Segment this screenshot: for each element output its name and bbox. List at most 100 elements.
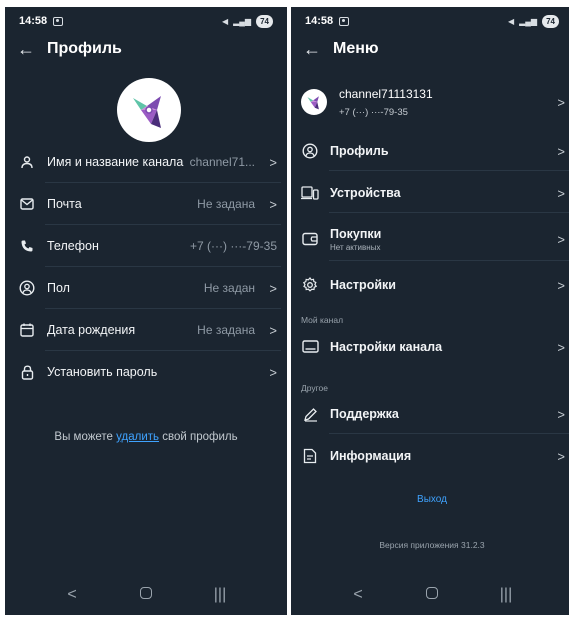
row-label: Телефон [47, 239, 99, 253]
menu-screen: 14:58 ◀︎ ▂▄▆ 74 ← Меню channel71113131 +… [291, 7, 569, 615]
account-phone: +7 (···) ···-79-35 [339, 106, 408, 118]
row-gender[interactable]: Пол Не задан > [5, 267, 287, 309]
status-bar: 14:58 ◀︎ ▂▄▆ 74 [5, 7, 287, 35]
home-icon [140, 587, 152, 599]
system-navbar: ||| < [5, 575, 287, 615]
chevron-right-icon: > [557, 185, 565, 201]
devices-icon [301, 184, 319, 202]
pencil-icon [301, 405, 319, 423]
nav-home-button[interactable] [131, 586, 161, 604]
menu-item-support[interactable]: Поддержка > [291, 394, 569, 434]
page-title: Профиль [47, 40, 122, 57]
chevron-right-icon: > [557, 406, 565, 422]
row-label: Дата рождения [47, 323, 136, 337]
logout-button[interactable]: Выход [291, 494, 569, 505]
menu-item-sub: Нет активных [330, 242, 381, 252]
menu-item-label: Покупки [330, 226, 382, 241]
menu-item-label: Поддержка [330, 407, 399, 421]
chevron-right-icon: > [557, 277, 565, 293]
row-label: Пол [47, 281, 70, 295]
chevron-right-icon: > [557, 448, 565, 464]
row-value: Не задан [203, 281, 255, 295]
divider [329, 433, 569, 434]
divider [329, 260, 569, 261]
header: ← Профиль [17, 37, 122, 61]
hummingbird-logo-icon [307, 96, 319, 110]
row-name[interactable]: Имя и название канала channel71... > [5, 141, 287, 183]
nav-back-button[interactable]: < [57, 586, 87, 604]
document-icon [301, 447, 319, 465]
header: ← Меню [303, 37, 379, 61]
lock-icon [19, 364, 35, 380]
row-label: Установить пароль [47, 365, 158, 379]
nav-home-button[interactable] [417, 586, 447, 604]
row-value: Не задана [197, 323, 255, 337]
nav-back-button[interactable]: < [343, 586, 373, 604]
mute-icon: ◀︎ [221, 16, 229, 26]
battery-icon: 74 [542, 14, 559, 28]
chevron-right-icon: > [557, 339, 565, 355]
row-email[interactable]: Почта Не задана > [5, 183, 287, 225]
hummingbird-logo-icon [133, 96, 161, 128]
back-arrow-icon[interactable]: ← [303, 40, 325, 58]
account-name: channel71113131 [339, 86, 433, 101]
signal-icon: ▂▄▆ [233, 16, 252, 26]
chevron-right-icon: > [557, 231, 565, 247]
app-version: Версия приложения 31.2.3 [379, 540, 485, 550]
home-icon [426, 587, 438, 599]
menu-item-label: Настройки канала [330, 340, 443, 354]
system-navbar: < ||| [291, 575, 569, 615]
row-value: +7 (···) ···-79-35 [189, 239, 277, 253]
person-icon [19, 154, 35, 170]
mute-icon: ◀︎ [507, 16, 515, 26]
gear-icon [301, 276, 319, 294]
row-label: Почта [47, 197, 82, 211]
chevron-right-icon: > [269, 322, 277, 338]
battery-icon: 74 [256, 14, 273, 28]
note-text-before: Вы можете [54, 431, 117, 443]
status-bar: 14:58 ◀︎ ▂▄▆ 74 [291, 7, 569, 35]
menu-item-channel-settings[interactable]: Настройки канала > [291, 327, 569, 367]
row-phone[interactable]: Телефон +7 (···) ···-79-35 [5, 225, 287, 267]
avatar [301, 89, 327, 115]
menu-item-label: Профиль [330, 144, 389, 158]
menu-item-info[interactable]: Информация > [291, 436, 569, 476]
account-row[interactable]: channel71113131 +7 (···) ···-79-35 > [301, 79, 565, 125]
signal-icon: ▂▄▆ [519, 16, 538, 26]
user-circle-icon [301, 142, 319, 160]
back-arrow-icon[interactable]: ← [17, 40, 39, 58]
chevron-right-icon: > [557, 143, 565, 159]
divider [329, 170, 569, 171]
mail-icon [19, 196, 35, 212]
row-birthdate[interactable]: Дата рождения Не задана > [5, 309, 287, 351]
row-password[interactable]: Установить пароль > [5, 351, 287, 393]
nav-recents-button[interactable]: ||| [491, 586, 521, 604]
wallet-icon [301, 230, 319, 248]
section-other: Другое [301, 383, 329, 393]
row-label: Имя и название канала [47, 155, 184, 169]
note-text-after: свой профиль [159, 431, 238, 443]
status-time: 14:58 [19, 15, 48, 27]
menu-item-label: Устройства [330, 186, 401, 200]
divider [329, 212, 569, 213]
menu-item-devices[interactable]: Устройства > [291, 173, 569, 213]
chevron-right-icon: > [269, 196, 277, 212]
menu-item-profile[interactable]: Профиль > [291, 131, 569, 171]
row-value: channel71... [189, 155, 255, 169]
delete-profile-link[interactable]: удалить [116, 431, 159, 443]
nav-recents-button[interactable]: ||| [205, 586, 235, 604]
menu-item-purchases[interactable]: Покупки Нет активных > [291, 217, 569, 261]
monitor-icon [301, 338, 319, 356]
screenshot-icon [53, 16, 64, 26]
delete-profile-note: Вы можете удалить свой профиль [5, 431, 287, 443]
status-time: 14:58 [305, 15, 334, 27]
calendar-icon [19, 322, 35, 338]
chevron-right-icon: > [269, 280, 277, 296]
menu-item-settings[interactable]: Настройки > [291, 265, 569, 305]
menu-item-label: Информация [330, 449, 412, 463]
chevron-right-icon: > [557, 94, 565, 110]
avatar[interactable] [117, 78, 181, 142]
menu-item-label: Настройки [330, 278, 396, 292]
row-value: Не задана [197, 197, 255, 211]
page-title: Меню [333, 40, 379, 57]
